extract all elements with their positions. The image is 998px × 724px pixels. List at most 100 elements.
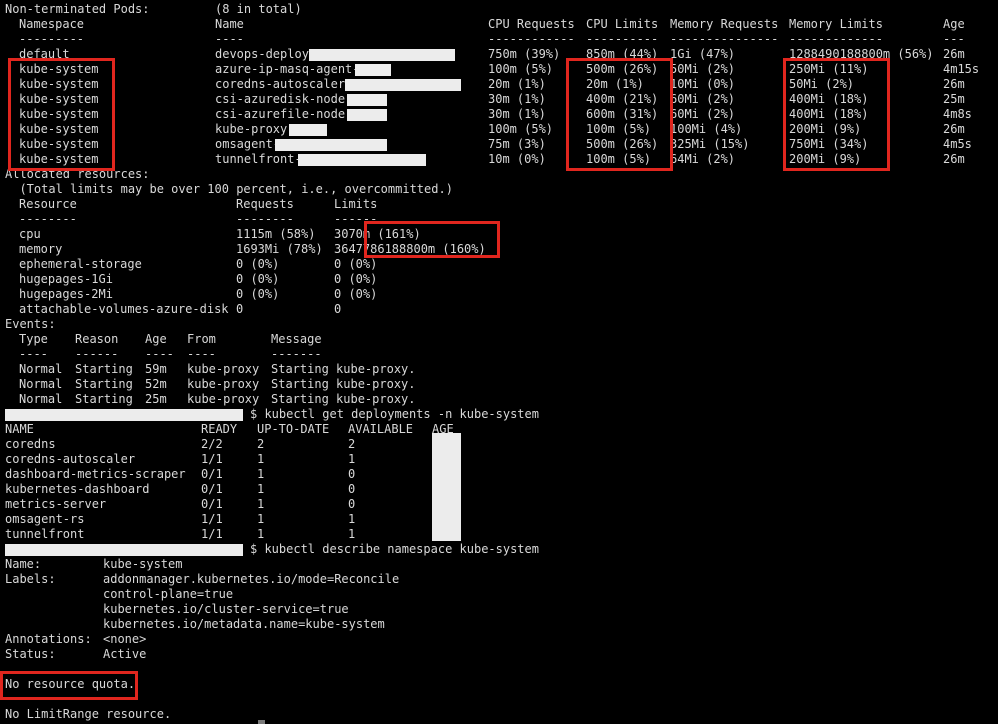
field-label: Labels: (5, 572, 56, 586)
events-header-underline: ------- (271, 347, 322, 361)
pods-header-underline: --------- (19, 32, 85, 46)
pods-header-underline: ------------- (789, 32, 883, 46)
redaction-mask (289, 124, 327, 136)
redaction-mask (5, 544, 243, 556)
field-value: kube-system (103, 557, 183, 571)
limitrange-text: No LimitRange resource. (5, 707, 172, 721)
resource-cell: memory (19, 242, 63, 256)
pods-column-header: Memory Limits (789, 17, 883, 31)
events-title-line: Events: (0, 317, 998, 332)
deployment-cell: 0/1 (201, 497, 223, 511)
pod-cell: 26m (943, 122, 965, 136)
events-column-header: Message (271, 332, 322, 346)
event-cell: Starting (75, 362, 133, 376)
event-cell: Starting kube-proxy. (271, 392, 416, 406)
terminal-cursor (258, 720, 265, 724)
pods-header-underline: --- (943, 32, 965, 46)
deployment-cell: 0 (348, 467, 356, 481)
redaction-mask (355, 64, 391, 76)
deployment-cell: 0 (348, 497, 356, 511)
deployment-cell: coredns-autoscaler (5, 452, 136, 466)
deployment-cell: 1 (348, 527, 356, 541)
event-cell: kube-proxy (187, 377, 260, 391)
deployment-row: kubernetes-dashboard 0/1 1 0 (0, 482, 998, 497)
deployment-cell: coredns (5, 437, 56, 451)
pod-cell: csi-azuredisk-node- (215, 92, 353, 106)
resource-cell: cpu (19, 227, 41, 241)
pod-cell: 75m (3%) (488, 137, 546, 151)
resource-column-header: Resource (19, 197, 77, 211)
pod-cell: 100m (5%) (488, 122, 554, 136)
deployment-cell: 1 (257, 482, 265, 496)
events-header-underline: ---- (19, 347, 48, 361)
deployment-row: metrics-server 0/1 1 0 (0, 497, 998, 512)
event-cell: 59m (145, 362, 167, 376)
event-cell: Normal (19, 377, 63, 391)
shell-command: $ kubectl get deployments -n kube-system (250, 407, 539, 421)
pod-cell: 4m8s (943, 107, 972, 121)
namespace-label-value: control-plane=true (103, 587, 234, 601)
pod-cell: coredns-autoscaler- (215, 77, 353, 91)
deployment-cell: kubernetes-dashboard (5, 482, 150, 496)
deployments-column-header: NAME (5, 422, 34, 436)
resource-cell: ephemeral-storage (19, 257, 142, 271)
highlight-box-memory-limits (783, 58, 890, 171)
resource-row: hugepages-1Gi 0 (0%) 0 (0%) (0, 272, 998, 287)
resource-header-underline: -------- (236, 212, 294, 226)
event-cell: Starting (75, 392, 133, 406)
pod-cell: 30m (1%) (488, 107, 546, 121)
resource-cell: 1115m (58%) (236, 227, 316, 241)
namespace-annotations-line: Annotations: <none> (0, 632, 998, 647)
event-cell: 52m (145, 377, 167, 391)
deployment-row: tunnelfront 1/1 1 1 (0, 527, 998, 542)
pods-column-header: Namespace (19, 17, 85, 31)
terminal-window[interactable]: Non-terminated Pods: (8 in total) Namespac… (0, 0, 998, 724)
deployment-cell: 0/1 (201, 482, 223, 496)
allocated-note-line: (Total limits may be over 100 percent, i… (0, 182, 998, 197)
pods-dash-row: --------- ---- ------------ ---------- -----… (0, 32, 998, 47)
deployment-cell: 0 (348, 482, 356, 496)
pod-cell: 25m (943, 92, 965, 106)
resource-cell: 0 (334, 302, 342, 316)
pod-cell: 1Gi (47%) (670, 47, 736, 61)
event-cell: Normal (19, 362, 63, 376)
events-header-underline: ---- (187, 347, 216, 361)
pod-cell: 64Mi (2%) (670, 152, 736, 166)
redaction-mask (309, 49, 455, 61)
redaction-mask (347, 109, 387, 121)
pod-cell: devops-deploym (215, 47, 317, 61)
deployment-cell: 1/1 (201, 452, 223, 466)
redaction-mask (275, 139, 387, 151)
deployment-cell: 1/1 (201, 527, 223, 541)
events-dash-row: ---- ------ ---- ---- ------- (0, 347, 998, 362)
pods-column-header: Name (215, 17, 244, 31)
pod-cell: 4m15s (943, 62, 980, 76)
pods-title: Non-terminated Pods: (5, 2, 150, 16)
resource-column-header: Limits (334, 197, 378, 211)
redaction-mask (345, 79, 461, 91)
deployment-cell: metrics-server (5, 497, 107, 511)
pod-cell: 26m (943, 47, 965, 61)
redaction-mask (347, 94, 387, 106)
event-row: Normal Starting 59m kube-proxy Starting kube… (0, 362, 998, 377)
events-column-header: Reason (75, 332, 119, 346)
allocated-note: (Total limits may be over 100 percent, i… (5, 182, 453, 196)
resource-cell: attachable-volumes-azure-disk (19, 302, 229, 316)
pod-cell: 20m (1%) (488, 77, 546, 91)
pods-header-underline: ---- (215, 32, 244, 46)
deployment-cell: 1 (257, 467, 265, 481)
event-cell: kube-proxy (187, 392, 260, 406)
field-value: Active (103, 647, 147, 661)
pods-column-header: CPU Limits (586, 17, 659, 31)
deployment-cell: 1 (348, 512, 356, 526)
resource-row: ephemeral-storage 0 (0%) 0 (0%) (0, 257, 998, 272)
resource-cell: 0 (0%) (334, 287, 378, 301)
deployment-cell: 1 (257, 527, 265, 541)
redaction-mask (298, 154, 426, 166)
pods-header-underline: --------------- (670, 32, 779, 46)
namespace-label-line: control-plane=true (0, 587, 998, 602)
pod-cell: 10m (0%) (488, 152, 546, 166)
field-label: Name: (5, 557, 42, 571)
shell-command: $ kubectl describe namespace kube-system (250, 542, 539, 556)
deployment-cell: 0/1 (201, 467, 223, 481)
